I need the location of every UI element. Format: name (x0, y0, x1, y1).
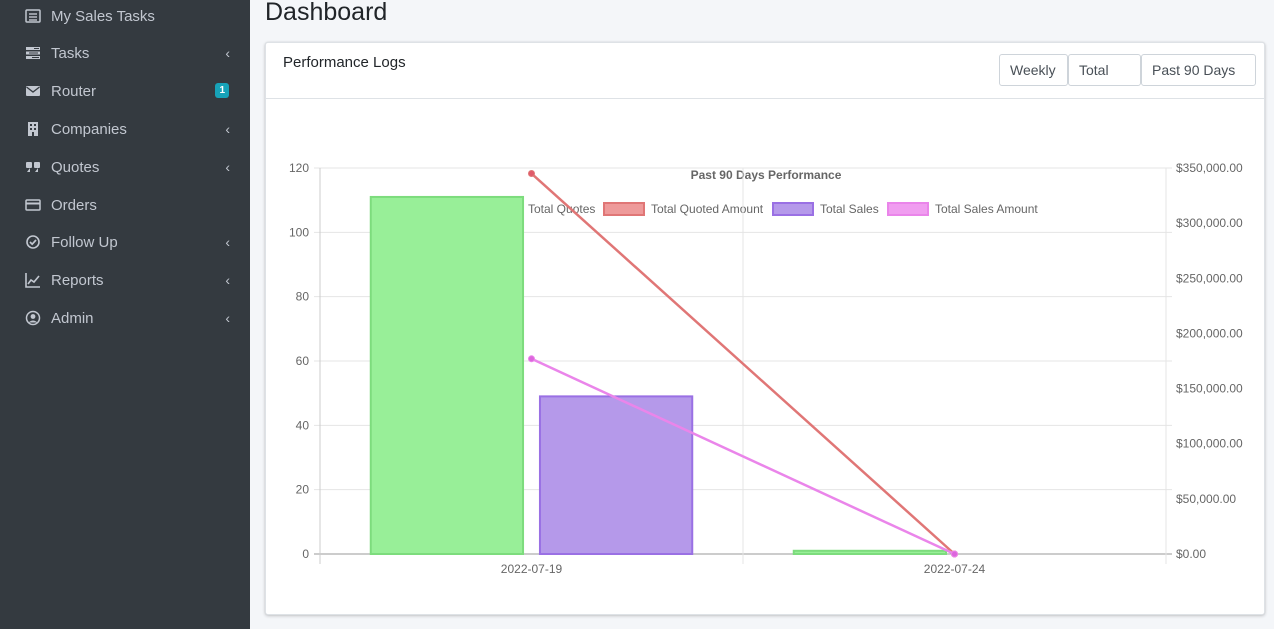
y-axis-left: 0 20 40 60 80 100 120 (289, 161, 309, 561)
router-count-badge: 1 (215, 83, 229, 98)
chart-bars (369, 195, 948, 555)
page-title: Dashboard (265, 0, 388, 26)
legend-swatch[interactable] (772, 202, 814, 216)
y-left-tick-label: 40 (296, 418, 310, 432)
y-axis-right: $0.00 $50,000.00 $100,000.00 $150,000.00 $20… (1176, 161, 1243, 561)
y-right-tick-label: $250,000.00 (1176, 271, 1243, 285)
list-icon (24, 7, 42, 25)
bar-total-quotes (369, 195, 525, 555)
y-right-tick-label: $50,000.00 (1176, 492, 1236, 506)
performance-chart: Past 90 Days Performance Total Quotes Tot… (289, 161, 1243, 576)
y-left-tick-label: 120 (289, 161, 309, 175)
sidebar-item-label: Orders (51, 196, 97, 214)
line-point (528, 170, 535, 178)
chevron-left-icon: ‹ (225, 310, 230, 326)
y-right-tick-label: $300,000.00 (1176, 216, 1243, 230)
line-point (951, 550, 958, 558)
chevron-left-icon: ‹ (225, 234, 230, 250)
legend-label[interactable]: Total Quoted Amount (651, 202, 764, 216)
sidebar-item-label: Follow Up (51, 233, 118, 251)
y-left-tick-label: 0 (302, 547, 309, 561)
total-select[interactable]: Total (1068, 54, 1141, 86)
y-right-tick-label: $150,000.00 (1176, 382, 1243, 396)
line-chart-icon (24, 271, 42, 289)
y-right-tick-label: $200,000.00 (1176, 326, 1243, 340)
sidebar-item-orders[interactable]: Orders (0, 186, 250, 224)
chevron-left-icon: ‹ (225, 159, 230, 175)
tasks-icon (24, 44, 42, 62)
legend-swatch[interactable] (603, 202, 645, 216)
sidebar-item-router[interactable]: Router 1 (0, 72, 250, 110)
bar-total-sales (538, 395, 694, 555)
chevron-left-icon: ‹ (225, 45, 230, 61)
sidebar: My Sales Tasks Tasks ‹ Router 1 Companie… (0, 0, 250, 629)
envelope-icon (24, 82, 42, 100)
sidebar-item-follow-up[interactable]: Follow Up ‹ (0, 223, 250, 261)
sidebar-item-companies[interactable]: Companies ‹ (0, 110, 250, 148)
chart-title: Past 90 Days Performance (691, 168, 842, 182)
legend-swatch[interactable] (887, 202, 929, 216)
card-title: Performance Logs (283, 54, 406, 71)
line-point (528, 355, 535, 363)
y-left-tick-label: 60 (296, 354, 310, 368)
x-tick-label: 2022-07-24 (924, 562, 986, 576)
quote-icon (24, 158, 42, 176)
sidebar-item-label: Companies (51, 120, 127, 138)
user-circle-icon (24, 309, 42, 327)
y-right-tick-label: $350,000.00 (1176, 161, 1243, 175)
check-circle-icon (24, 233, 42, 251)
legend-label[interactable]: Total Sales (820, 202, 879, 216)
sidebar-item-my-sales-tasks[interactable]: My Sales Tasks (0, 0, 250, 35)
sidebar-item-admin[interactable]: Admin ‹ (0, 299, 250, 337)
legend-label[interactable]: Total Sales Amount (935, 202, 1038, 216)
sidebar-item-tasks[interactable]: Tasks ‹ (0, 34, 250, 72)
chevron-left-icon: ‹ (225, 272, 230, 288)
sidebar-item-label: Reports (51, 271, 104, 289)
sidebar-item-label: Tasks (51, 44, 90, 62)
sidebar-item-reports[interactable]: Reports ‹ (0, 261, 250, 299)
y-left-tick-label: 20 (296, 483, 310, 497)
building-icon (24, 120, 42, 138)
bar-total-quotes (792, 549, 948, 555)
performance-logs-card: Performance Logs Weekly Total Past 90 Da… (265, 42, 1265, 615)
card-header: Performance Logs Weekly Total Past 90 Da… (266, 43, 1264, 99)
y-right-tick-label: $0.00 (1176, 547, 1206, 561)
sidebar-item-quotes[interactable]: Quotes ‹ (0, 148, 250, 186)
legend-label[interactable]: Total Quotes (528, 202, 595, 216)
y-left-tick-label: 80 (296, 290, 310, 304)
sidebar-item-label: My Sales Tasks (51, 7, 155, 25)
sidebar-item-label: Admin (51, 309, 94, 327)
date-range-select[interactable]: Past 90 Days (1141, 54, 1256, 86)
sidebar-item-label: Router (51, 82, 97, 100)
y-left-tick-label: 100 (289, 225, 309, 239)
chevron-left-icon: ‹ (225, 121, 230, 137)
credit-card-icon (24, 196, 42, 214)
y-right-tick-label: $100,000.00 (1176, 437, 1243, 451)
x-tick-label: 2022-07-19 (501, 562, 563, 576)
weekly-select[interactable]: Weekly (999, 54, 1068, 86)
sidebar-item-label: Quotes (51, 158, 100, 176)
x-axis: 2022-07-19 2022-07-24 (501, 562, 986, 576)
